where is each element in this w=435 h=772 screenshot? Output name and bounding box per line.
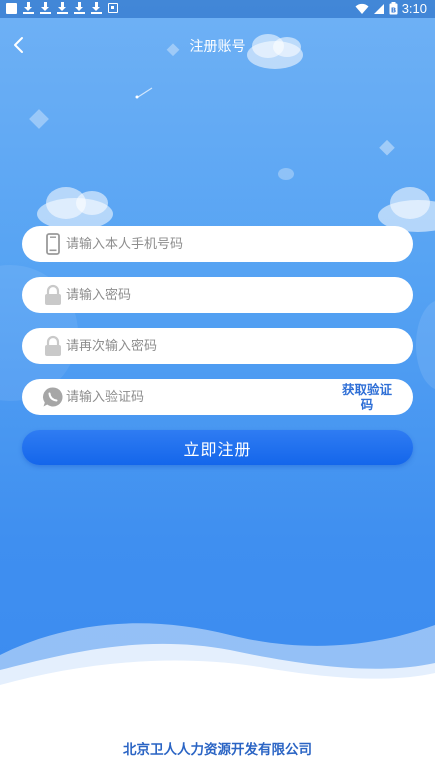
wifi-icon (355, 3, 369, 14)
phone-icon (46, 233, 60, 255)
register-button[interactable]: 立即注册 (22, 430, 413, 465)
lock-icon (45, 335, 61, 356)
password-input[interactable] (66, 277, 346, 313)
download-icon (57, 2, 68, 14)
white-square-icon (6, 2, 17, 14)
system-icons: B 3:10 (355, 1, 427, 16)
status-bar: B 3:10 (0, 0, 435, 18)
page-title: 注册账号 (189, 39, 246, 55)
company-name: 北京卫人人力资源开发有限公司 (123, 742, 312, 758)
register-screen: B 3:10 注册账号 请输入本人手机号码 请输入验证码 获取验证码 立即注册 … (0, 0, 435, 772)
password-confirm-input[interactable] (66, 328, 346, 364)
verify-code-input[interactable] (66, 379, 306, 415)
password-field (22, 277, 413, 313)
lock-icon (45, 284, 61, 305)
chat-bubble-icon (42, 387, 63, 407)
phone-input[interactable] (66, 226, 346, 262)
image-icon (108, 3, 118, 13)
battery-icon: B (389, 2, 398, 15)
download-icon (74, 2, 85, 14)
get-code-button[interactable]: 获取验证码 (337, 381, 397, 413)
phone-field (22, 226, 413, 262)
download-icon (40, 2, 51, 14)
download-icon (23, 2, 34, 14)
password-confirm-field (22, 328, 413, 364)
status-time: 3:10 (401, 1, 427, 16)
download-icon (91, 2, 102, 14)
battery-label: B (391, 7, 396, 15)
notification-icons (6, 2, 118, 14)
verify-code-field: 获取验证码 (22, 379, 413, 415)
signal-icon (373, 3, 384, 14)
